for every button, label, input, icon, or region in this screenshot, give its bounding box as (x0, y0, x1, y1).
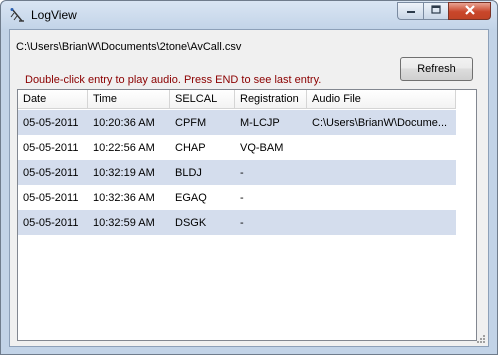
client-area: C:\Users\BrianW\Documents\2tone\AvCall.c… (9, 29, 489, 347)
column-header-date[interactable]: Date (18, 90, 88, 109)
cell-time: 10:32:19 AM (93, 166, 155, 179)
logview-window: LogView C:\Users\BrianW\Documents\2tone\… (0, 0, 498, 355)
cell-selcal: EGAQ (175, 191, 207, 204)
title-bar[interactable]: LogView (1, 1, 497, 29)
window-title: LogView (31, 8, 77, 22)
cell-time: 10:22:56 AM (93, 141, 155, 154)
column-header-selcal[interactable]: SELCAL (170, 90, 235, 109)
table-row[interactable]: 05-05-2011 10:22:56 AM CHAP VQ-BAM (18, 135, 456, 160)
cell-selcal: CHAP (175, 141, 206, 154)
cell-selcal: CPFM (175, 116, 207, 129)
cell-date: 05-05-2011 (23, 166, 79, 179)
cell-registration: - (240, 191, 244, 204)
cell-registration: - (240, 166, 244, 179)
column-header-audio-file[interactable]: Audio File (307, 90, 456, 109)
hint-label: Double-click entry to play audio. Press … (25, 74, 322, 86)
cell-selcal: BLDJ (175, 166, 202, 179)
cell-registration: VQ-BAM (240, 141, 284, 154)
cell-registration: M-LCJP (240, 116, 280, 129)
cell-time: 10:20:36 AM (93, 116, 155, 129)
maximize-icon (431, 4, 441, 18)
refresh-button[interactable]: Refresh (400, 57, 473, 81)
cell-time: 10:32:36 AM (93, 191, 155, 204)
cell-date: 05-05-2011 (23, 141, 79, 154)
maximize-button[interactable] (423, 2, 448, 20)
cell-registration: - (240, 216, 244, 229)
antenna-icon (9, 7, 25, 23)
cell-selcal: DSGK (175, 216, 207, 229)
table-row[interactable]: 05-05-2011 10:20:36 AM CPFM M-LCJP C:\Us… (18, 110, 456, 135)
caption-buttons (397, 2, 491, 20)
close-button[interactable] (448, 2, 491, 20)
table-row[interactable]: 05-05-2011 10:32:19 AM BLDJ - (18, 160, 456, 185)
column-header-time[interactable]: Time (88, 90, 170, 109)
log-list[interactable]: Date Time SELCAL Registration Audio File… (17, 89, 477, 341)
minimize-button[interactable] (397, 2, 423, 20)
list-header: Date Time SELCAL Registration Audio File (18, 90, 456, 109)
cell-date: 05-05-2011 (23, 191, 79, 204)
resize-grip-icon[interactable] (475, 333, 486, 344)
minimize-icon (406, 5, 416, 18)
cell-audio-file: C:\Users\BrianW\Docume... (312, 116, 448, 129)
column-header-registration[interactable]: Registration (235, 90, 307, 109)
cell-time: 10:32:59 AM (93, 216, 155, 229)
table-row[interactable]: 05-05-2011 10:32:59 AM DSGK - (18, 210, 456, 235)
file-path-label: C:\Users\BrianW\Documents\2tone\AvCall.c… (16, 41, 242, 53)
cell-date: 05-05-2011 (23, 216, 79, 229)
table-row[interactable]: 05-05-2011 10:32:36 AM EGAQ - (18, 185, 456, 210)
close-icon (464, 4, 476, 18)
cell-date: 05-05-2011 (23, 116, 79, 129)
list-body: 05-05-2011 10:20:36 AM CPFM M-LCJP C:\Us… (18, 110, 456, 235)
